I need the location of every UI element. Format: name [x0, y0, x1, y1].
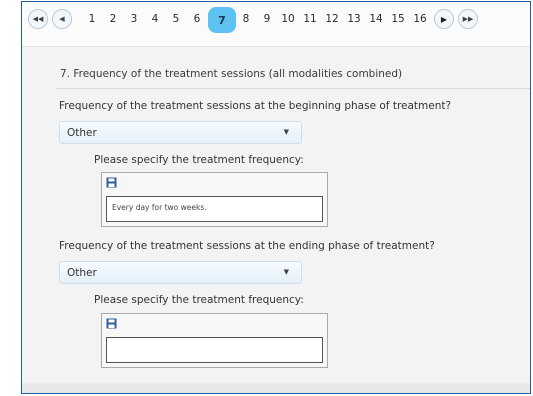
section-divider [56, 88, 530, 89]
chevron-down-icon: ▼ [283, 268, 289, 276]
next-page-icon: ▶ [440, 14, 448, 24]
specify-label: Please specify the treatment frequency: [94, 294, 304, 306]
chevron-down-icon: ▼ [283, 128, 289, 136]
page-link[interactable]: 8 [241, 10, 251, 28]
frequency-select-ending[interactable]: Other ▼ [59, 261, 302, 284]
specify-text-input[interactable]: Every day for two weeks. [106, 196, 323, 222]
page-link[interactable]: 11 [302, 10, 318, 28]
next-page-button[interactable]: ▶ [434, 9, 454, 29]
page-link[interactable]: 1 [87, 10, 97, 28]
frequency-select-beginning[interactable]: Other ▼ [59, 121, 302, 144]
page-link-current[interactable]: 7 [208, 7, 236, 33]
previous-page-icon: ◀ [59, 15, 65, 23]
page-link[interactable]: 5 [171, 10, 181, 28]
question-label: Frequency of the treatment sessions at t… [59, 240, 435, 252]
first-page-icon: ◀◀ [32, 15, 44, 23]
select-value: Other [67, 127, 97, 139]
specify-label: Please specify the treatment frequency: [94, 154, 304, 166]
page-link[interactable]: 10 [280, 10, 296, 28]
save-icon[interactable] [106, 318, 117, 329]
select-value: Other [67, 267, 97, 279]
previous-page-button[interactable]: ◀ [52, 9, 72, 29]
page-link[interactable]: 14 [368, 10, 384, 28]
specify-editor-ending [101, 313, 328, 368]
last-page-button[interactable]: ▶▶ [458, 9, 478, 29]
page-link[interactable]: 15 [390, 10, 406, 28]
question-label: Frequency of the treatment sessions at t… [59, 100, 452, 112]
first-page-button[interactable]: ◀◀ [28, 9, 48, 29]
specify-text-input[interactable] [106, 337, 323, 363]
page-link[interactable]: 16 [412, 10, 428, 28]
page-link[interactable]: 3 [129, 10, 139, 28]
page-link[interactable]: 12 [324, 10, 340, 28]
page-link[interactable]: 13 [346, 10, 362, 28]
page-link[interactable]: 6 [192, 10, 202, 28]
page-link[interactable]: 4 [150, 10, 160, 28]
section-title: 7. Frequency of the treatment sessions (… [60, 68, 403, 80]
save-icon[interactable] [106, 177, 117, 188]
survey-frame: ◀◀ ◀ 1 2 3 4 5 6 7 8 9 10 11 12 13 14 15… [21, 1, 531, 394]
pagination-bar: ◀◀ ◀ 1 2 3 4 5 6 7 8 9 10 11 12 13 14 15… [22, 2, 530, 38]
footer-strip [22, 383, 530, 393]
page-link[interactable]: 9 [262, 10, 272, 28]
specify-editor-beginning: Every day for two weeks. [101, 172, 328, 227]
page-link[interactable]: 2 [108, 10, 118, 28]
pager-divider [22, 38, 530, 47]
last-page-icon: ▶▶ [462, 15, 474, 23]
